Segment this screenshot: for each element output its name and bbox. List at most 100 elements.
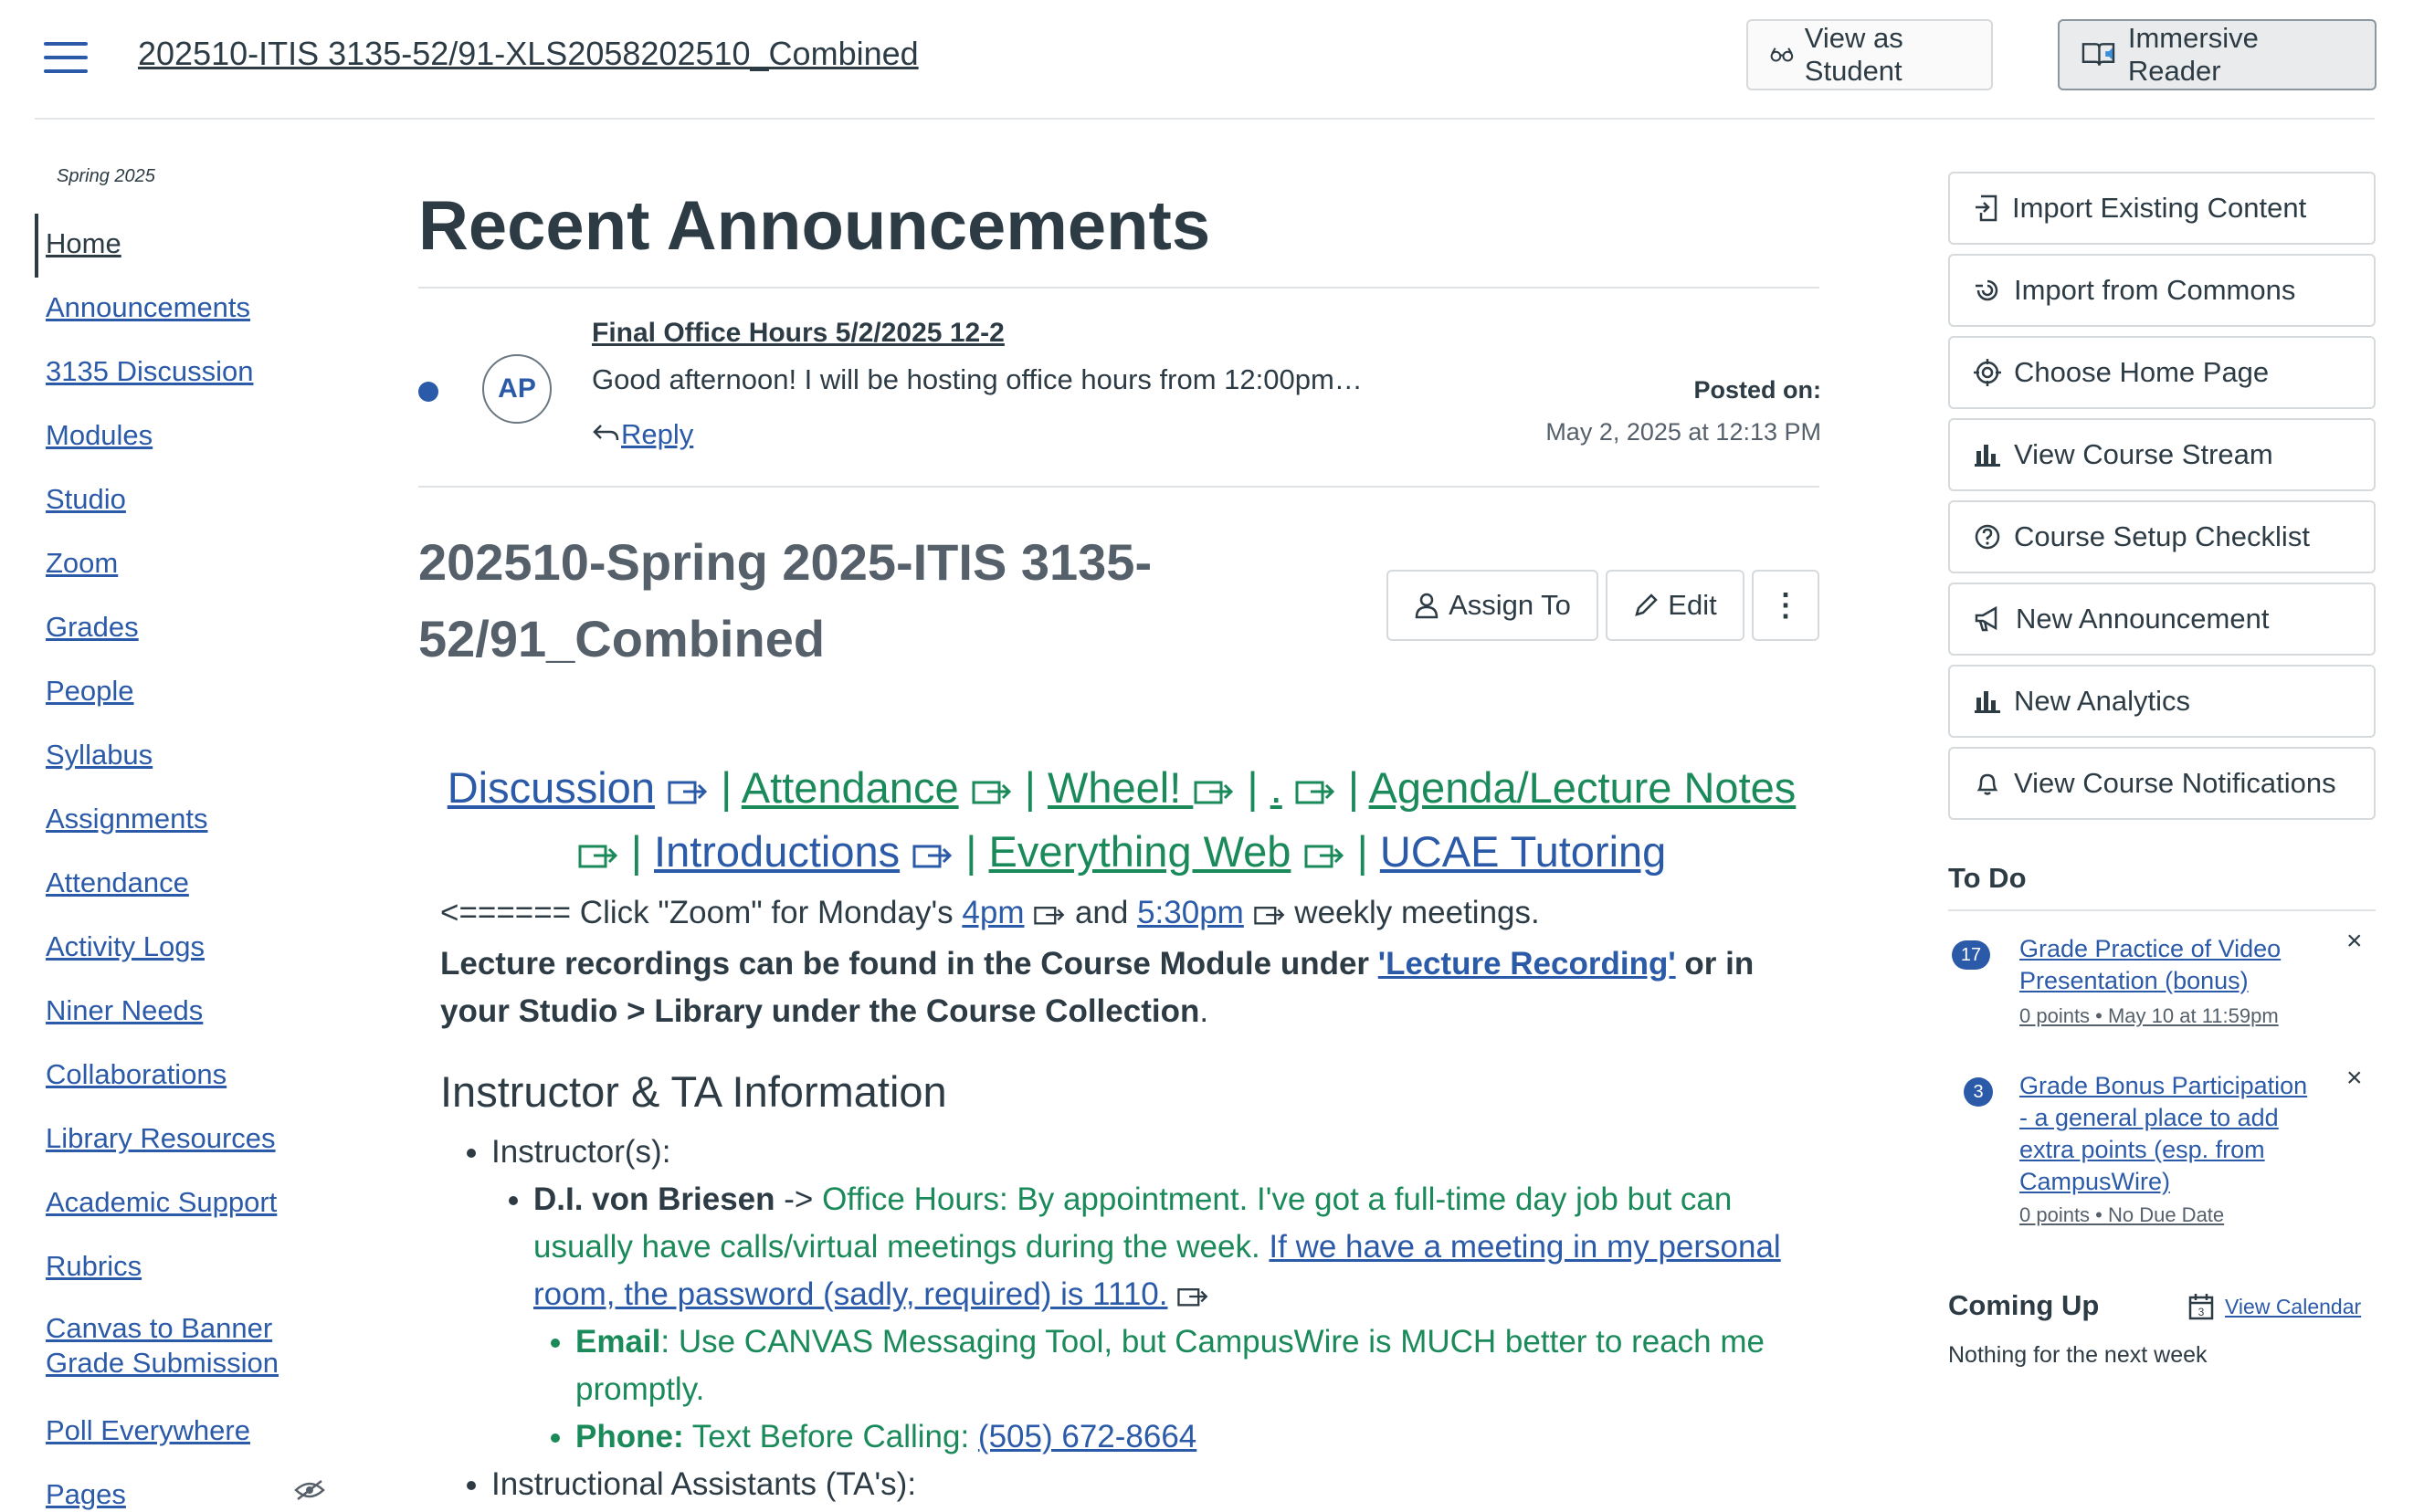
lecture-recordings-note: Lecture recordings can be found in the C… xyxy=(440,940,1810,1035)
bar-chart-icon xyxy=(1975,445,2000,467)
list-item: Phone: Text Before Calling: (505) 672-86… xyxy=(575,1413,1807,1461)
nav-item-collaborations[interactable]: Collaborations xyxy=(46,1057,227,1092)
new-analytics-button[interactable]: New Analytics xyxy=(1948,665,2376,738)
view-course-stream-label: View Course Stream xyxy=(2014,438,2273,470)
import-icon xyxy=(1976,194,1997,222)
more-options-button[interactable]: ⋮ xyxy=(1752,570,1819,641)
instructor-list: Instructor(s): D.I. von Briesen -> Offic… xyxy=(491,1129,1807,1508)
view-calendar-link[interactable]: 3 View Calendar xyxy=(2188,1293,2361,1320)
announcement-title-link[interactable]: Final Office Hours 5/2/2025 12-2 xyxy=(592,318,1005,349)
nav-item-pages[interactable]: Pages xyxy=(46,1477,126,1512)
zoom-530pm-link[interactable]: 5:30pm xyxy=(1137,895,1244,930)
nav-item-poll-everywhere[interactable]: Poll Everywhere xyxy=(46,1413,250,1448)
quick-link-separator: | xyxy=(1356,827,1368,876)
dismiss-todo-icon[interactable]: × xyxy=(2346,1063,2363,1094)
reply-link[interactable]: Reply xyxy=(592,418,693,451)
view-calendar-label: View Calendar xyxy=(2225,1294,2362,1318)
nav-item-activity-logs[interactable]: Activity Logs xyxy=(46,929,205,964)
import-existing-content-button[interactable]: Import Existing Content xyxy=(1948,172,2376,245)
list-item: Instructional Assistants (TA's): xyxy=(491,1461,1807,1508)
lecture-line-prefix: Lecture recordings can be found in the C… xyxy=(440,946,1378,982)
quick-link-wheel[interactable]: Wheel! xyxy=(1048,763,1193,812)
quick-link-separator: | xyxy=(1247,763,1259,812)
megaphone-icon xyxy=(1975,605,1997,632)
nav-item-home[interactable]: Home xyxy=(46,226,121,261)
zoom-instructions: <====== Click "Zoom" for Monday's 4pm an… xyxy=(440,889,1540,937)
nav-item-syllabus[interactable]: Syllabus xyxy=(46,738,153,772)
nav-item-academic-support[interactable]: Academic Support xyxy=(46,1185,277,1220)
immersive-reader-button[interactable]: Immersive Reader xyxy=(2058,19,2377,90)
quick-link-attendance[interactable]: Attendance xyxy=(742,763,959,812)
quick-link-dot[interactable]: . xyxy=(1270,763,1282,812)
edit-button[interactable]: Edit xyxy=(1606,570,1744,641)
dismiss-todo-icon[interactable]: × xyxy=(2346,926,2363,957)
nav-item-people[interactable]: People xyxy=(46,674,134,709)
immersive-reader-label: Immersive Reader xyxy=(2127,22,2259,87)
instructors-label: Instructor(s): xyxy=(491,1134,671,1170)
external-link-icon xyxy=(972,781,1011,804)
avatar[interactable]: AP xyxy=(482,354,552,424)
quick-link-agenda[interactable]: Agenda/Lecture Notes xyxy=(1369,763,1797,812)
instructor-name: D.I. von Briesen xyxy=(533,1181,775,1217)
instructor-ta-heading: Instructor & TA Information xyxy=(440,1067,947,1116)
external-link-icon xyxy=(1295,781,1334,804)
external-link-icon xyxy=(1253,906,1284,925)
import-existing-content-label: Import Existing Content xyxy=(2012,192,2307,224)
posted-date: May 2, 2025 at 12:13 PM xyxy=(1545,418,1821,446)
zoom-4pm-link[interactable]: 4pm xyxy=(962,895,1024,930)
quick-link-discussion[interactable]: Discussion xyxy=(448,763,655,812)
nav-item-canvas-to-banner[interactable]: Canvas to Banner Grade Submission xyxy=(46,1311,320,1381)
nav-item-zoom[interactable]: Zoom xyxy=(46,546,118,581)
choose-home-page-button[interactable]: Choose Home Page xyxy=(1948,336,2376,409)
nav-item-library-resources[interactable]: Library Resources xyxy=(46,1121,276,1156)
todo-heading: To Do xyxy=(1948,862,2027,894)
phone-label: Phone: xyxy=(575,1419,684,1454)
quick-link-separator: | xyxy=(1024,763,1036,812)
list-item: D.I. von Briesen -> Office Hours: By app… xyxy=(533,1176,1807,1461)
assign-to-button[interactable]: Assign To xyxy=(1386,570,1598,641)
nav-item-studio[interactable]: Studio xyxy=(46,482,126,517)
bell-icon xyxy=(1976,773,1998,795)
external-link-icon xyxy=(1304,845,1344,868)
view-course-notifications-button[interactable]: View Course Notifications xyxy=(1948,747,2376,820)
quick-link-everything-web[interactable]: Everything Web xyxy=(989,827,1291,876)
quick-link-ucae-tutoring[interactable]: UCAE Tutoring xyxy=(1380,827,1666,876)
todo-item-link[interactable]: Grade Bonus Participation - a general pl… xyxy=(2019,1070,2321,1198)
phone-number-link[interactable]: (505) 672-8664 xyxy=(978,1419,1196,1454)
bar-chart-icon xyxy=(1975,691,2000,713)
quick-link-introductions[interactable]: Introductions xyxy=(654,827,900,876)
new-announcement-button[interactable]: New Announcement xyxy=(1948,583,2376,656)
view-as-student-button[interactable]: View as Student xyxy=(1746,19,1993,90)
nav-item-attendance[interactable]: Attendance xyxy=(46,866,189,900)
view-course-notifications-label: View Course Notifications xyxy=(2014,767,2336,799)
announcements-divider-top xyxy=(418,287,1819,289)
quick-links-bar: Discussion | Attendance | Wheel! | . | A… xyxy=(418,756,1825,884)
nav-item-assignments[interactable]: Assignments xyxy=(46,802,207,836)
lecture-recording-link[interactable]: 'Lecture Recording' xyxy=(1378,946,1676,982)
recent-announcements-heading: Recent Announcements xyxy=(418,187,1211,265)
tas-label: Instructional Assistants (TA's): xyxy=(491,1466,917,1502)
view-course-stream-button[interactable]: View Course Stream xyxy=(1948,418,2376,491)
nav-item-niner-needs[interactable]: Niner Needs xyxy=(46,993,203,1028)
header-divider xyxy=(35,118,2375,120)
active-nav-indicator xyxy=(35,214,38,278)
svg-text:3: 3 xyxy=(2198,1306,2205,1318)
nav-item-grades[interactable]: Grades xyxy=(46,610,139,645)
pencil-icon xyxy=(1635,593,1659,616)
nav-item-announcements[interactable]: Announcements xyxy=(46,290,250,325)
new-analytics-label: New Analytics xyxy=(2014,685,2190,717)
course-setup-checklist-button[interactable]: Course Setup Checklist xyxy=(1948,500,2376,573)
course-title-breadcrumb[interactable]: 202510-ITIS 3135-52/91-XLS2058202510_Com… xyxy=(138,35,919,73)
unread-indicator xyxy=(418,382,438,402)
import-from-commons-button[interactable]: Import from Commons xyxy=(1948,254,2376,327)
hamburger-menu-icon[interactable] xyxy=(44,42,88,73)
todo-item-link[interactable]: Grade Practice of Video Presentation (bo… xyxy=(2019,933,2321,997)
quick-link-separator: | xyxy=(721,763,732,812)
nav-item-rubrics[interactable]: Rubrics xyxy=(46,1249,142,1284)
todo-item-meta: 0 points • May 10 at 11:59pm xyxy=(2019,1004,2279,1027)
todo-count-badge: 17 xyxy=(1952,940,1990,970)
lecture-line-end: . xyxy=(1199,993,1209,1029)
top-header: 202510-ITIS 3135-52/91-XLS2058202510_Com… xyxy=(0,0,2424,120)
nav-item-3135-discussion[interactable]: 3135 Discussion xyxy=(46,354,253,389)
nav-item-modules[interactable]: Modules xyxy=(46,418,153,453)
